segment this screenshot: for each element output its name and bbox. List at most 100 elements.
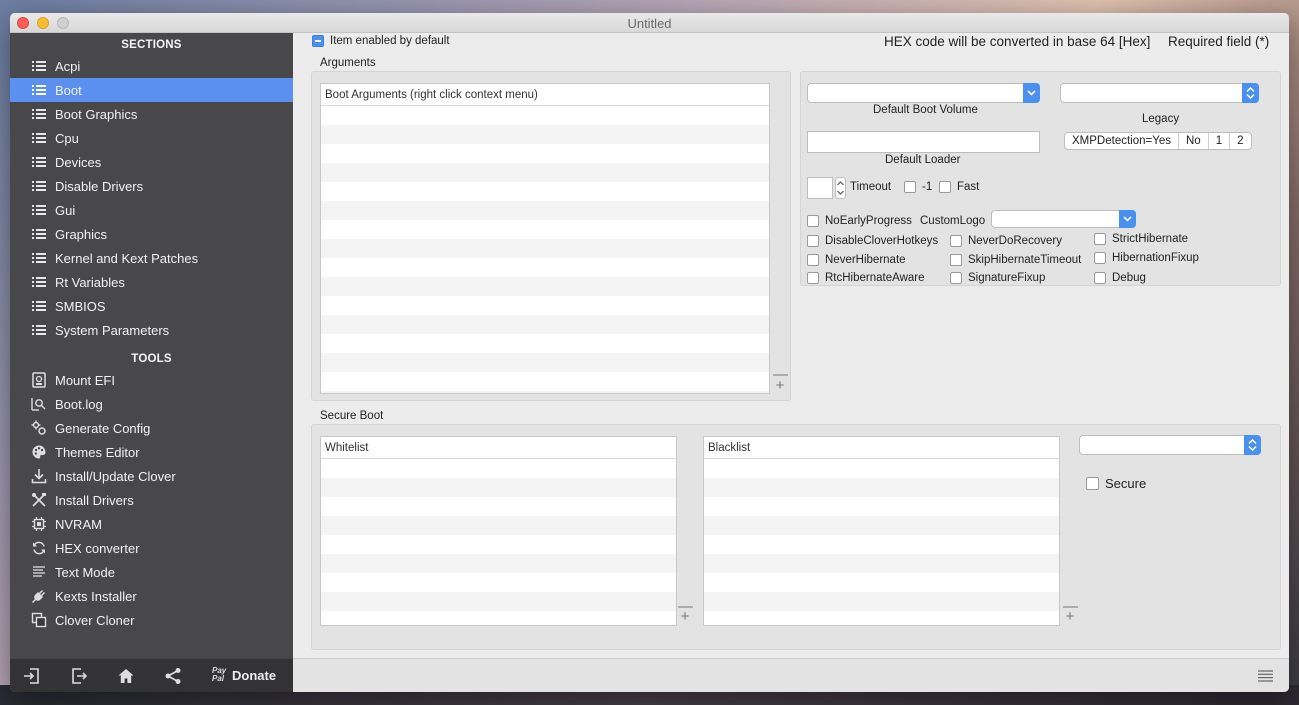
minus-one-checkbox[interactable]: -1 — [904, 181, 932, 193]
sidebar-item-boot[interactable]: Boot — [10, 78, 293, 102]
never-hibernate-checkbox[interactable]: NeverHibernate — [807, 254, 906, 266]
sidebar-toolbar: Pay Pal Donate — [10, 658, 293, 692]
hibernation-fixup-checkbox[interactable]: HibernationFixup — [1094, 252, 1199, 264]
share-icon[interactable] — [164, 667, 184, 685]
tool-boot-log[interactable]: Boot.log — [10, 392, 293, 416]
xmp-1-segment[interactable]: 1 — [1209, 133, 1231, 149]
checkbox[interactable] — [950, 235, 962, 247]
blacklist-table[interactable]: Blacklist — [703, 436, 1060, 626]
sidebar-item-rt-variables[interactable]: Rt Variables — [10, 270, 293, 294]
boot-arguments-table[interactable]: Boot Arguments (right click context menu… — [320, 83, 770, 394]
checkbox[interactable] — [807, 254, 819, 266]
checkbox[interactable] — [1094, 233, 1106, 245]
checkbox[interactable] — [1094, 252, 1106, 264]
fast-checkbox[interactable]: Fast — [939, 181, 979, 193]
import-icon[interactable] — [23, 667, 43, 685]
list-icon — [31, 322, 47, 338]
menu-lines-icon[interactable] — [1258, 670, 1273, 685]
checkbox[interactable] — [950, 254, 962, 266]
tool-clover-cloner[interactable]: Clover Cloner — [10, 608, 293, 632]
log-search-icon — [31, 396, 47, 412]
sidebar-item-acpi[interactable]: Acpi — [10, 54, 293, 78]
boot-arguments-rows[interactable] — [321, 106, 769, 393]
disk-icon — [31, 372, 47, 388]
checkbox[interactable] — [1094, 272, 1106, 284]
item-enabled-checkbox[interactable]: Item enabled by default — [312, 35, 450, 47]
donate-button[interactable]: Donate — [232, 668, 276, 683]
checkbox[interactable] — [904, 181, 916, 193]
minus-one-label: -1 — [922, 181, 933, 193]
palette-icon — [31, 444, 47, 460]
secure-label: Secure — [1105, 476, 1147, 491]
add-blacklist-button[interactable]: + — [1063, 609, 1077, 624]
tool-label: Boot.log — [55, 396, 103, 412]
custom-logo-select[interactable] — [991, 210, 1136, 228]
checkbox-checked[interactable] — [312, 35, 324, 47]
never-do-recovery-checkbox[interactable]: NeverDoRecovery — [950, 235, 1062, 247]
timeout-stepper[interactable] — [835, 177, 846, 199]
sidebar-item-smbios[interactable]: SMBIOS — [10, 294, 293, 318]
secure-boot-policy-select[interactable] — [1079, 435, 1261, 455]
hex-note: HEX code will be converted in base 64 [H… — [884, 34, 1151, 49]
sidebar-item-devices[interactable]: Devices — [10, 150, 293, 174]
sidebar-item-cpu[interactable]: Cpu — [10, 126, 293, 150]
tool-install-update-clover[interactable]: Install/Update Clover — [10, 464, 293, 488]
sidebar-item-gui[interactable]: Gui — [10, 198, 293, 222]
sidebar-item-kernel-kext-patches[interactable]: Kernel and Kext Patches — [10, 246, 293, 270]
tool-install-drivers[interactable]: Install Drivers — [10, 488, 293, 512]
legacy-select[interactable] — [1060, 83, 1259, 103]
checkbox[interactable] — [950, 272, 962, 284]
add-whitelist-button[interactable]: + — [678, 609, 692, 624]
xmp-segmented-control[interactable]: XMPDetection=Yes No 1 2 — [1064, 132, 1252, 150]
list-icon — [31, 226, 47, 242]
tool-generate-config[interactable]: Generate Config — [10, 416, 293, 440]
sidebar-item-label: Boot Graphics — [55, 106, 138, 122]
secure-boot-title: Secure Boot — [320, 410, 384, 422]
tool-kexts-installer[interactable]: Kexts Installer — [10, 584, 293, 608]
disable-clover-hotkeys-checkbox[interactable]: DisableCloverHotkeys — [807, 235, 938, 247]
sidebar-item-graphics[interactable]: Graphics — [10, 222, 293, 246]
default-boot-volume-select[interactable] — [807, 83, 1040, 103]
debug-checkbox[interactable]: Debug — [1094, 272, 1146, 284]
fast-label: Fast — [957, 181, 980, 193]
window-title: Untitled — [627, 16, 672, 31]
skip-hibernate-timeout-checkbox[interactable]: SkipHibernateTimeout — [950, 254, 1081, 266]
xmp-no-segment[interactable]: No — [1179, 133, 1209, 149]
sidebar-item-disable-drivers[interactable]: Disable Drivers — [10, 174, 293, 198]
strict-hibernate-checkbox[interactable]: StrictHibernate — [1094, 233, 1188, 245]
chip-icon — [31, 516, 47, 532]
checkbox[interactable] — [1086, 477, 1099, 490]
sidebar-item-label: System Parameters — [55, 322, 170, 338]
secure-checkbox[interactable]: Secure — [1086, 476, 1146, 491]
xmp-detection-yes-segment[interactable]: XMPDetection=Yes — [1065, 133, 1179, 149]
checkbox[interactable] — [807, 235, 819, 247]
sidebar-item-system-parameters[interactable]: System Parameters — [10, 318, 293, 342]
timeout-field[interactable] — [807, 177, 833, 199]
blacklist-rows[interactable] — [704, 459, 1059, 625]
checkbox[interactable] — [939, 181, 951, 193]
title-bar: Untitled — [10, 13, 1289, 33]
default-boot-volume-label: Default Boot Volume — [873, 104, 978, 116]
tool-mount-efi[interactable]: Mount EFI — [10, 368, 293, 392]
signature-fixup-checkbox[interactable]: SignatureFixup — [950, 272, 1045, 284]
tool-hex-converter[interactable]: HEX converter — [10, 536, 293, 560]
whitelist-rows[interactable] — [321, 459, 676, 625]
checkbox[interactable] — [807, 215, 819, 227]
default-loader-field[interactable] — [807, 131, 1040, 153]
whitelist-table[interactable]: Whitelist — [320, 436, 677, 626]
up-down-chevron-icon — [1242, 83, 1259, 103]
sidebar-item-boot-graphics[interactable]: Boot Graphics — [10, 102, 293, 126]
tool-themes-editor[interactable]: Themes Editor — [10, 440, 293, 464]
rtc-hibernate-aware-checkbox[interactable]: RtcHibernateAware — [807, 272, 925, 284]
export-icon[interactable] — [70, 667, 90, 685]
xmp-2-segment[interactable]: 2 — [1230, 133, 1250, 149]
sidebar-item-label: Acpi — [55, 58, 81, 74]
tools-header: TOOLS — [131, 353, 172, 365]
home-icon[interactable] — [117, 667, 137, 685]
arguments-group: Boot Arguments (right click context menu… — [311, 71, 791, 401]
add-argument-button[interactable]: + — [773, 378, 787, 393]
tool-nvram[interactable]: NVRAM — [10, 512, 293, 536]
no-early-progress-checkbox[interactable]: NoEarlyProgress — [807, 215, 912, 227]
checkbox[interactable] — [807, 272, 819, 284]
tool-text-mode[interactable]: Text Mode — [10, 560, 293, 584]
